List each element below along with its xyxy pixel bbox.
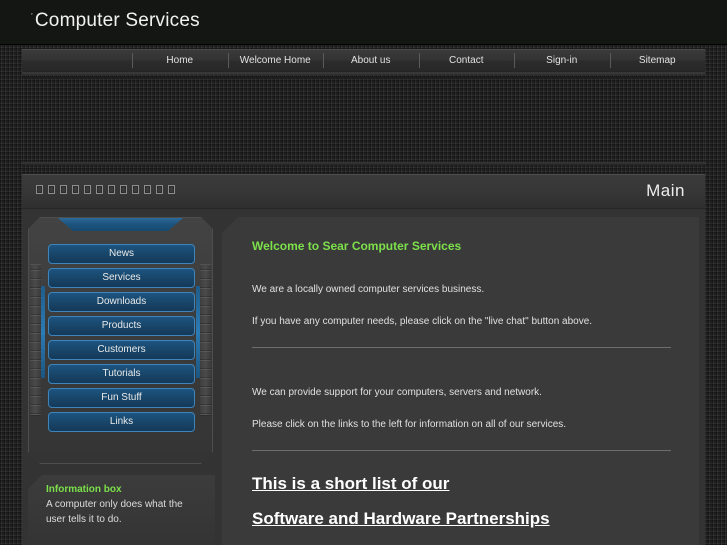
missing-glyph-box-icon	[120, 185, 127, 194]
missing-glyph-box-icon	[60, 185, 67, 194]
missing-glyph-box-icon	[48, 185, 55, 194]
sidebar-blue-strip-right	[196, 286, 200, 378]
partnerships-heading-line1: This is a short list of our	[252, 474, 450, 494]
sidebar-item-services[interactable]: Services	[48, 268, 195, 288]
nav-left-spacer	[22, 50, 132, 71]
site-title-text: Computer Services	[34, 10, 200, 31]
support-paragraph-2: Please click on the links to the left fo…	[252, 419, 567, 431]
sidebar-item-customers[interactable]: Customers	[48, 340, 195, 360]
content-shell: Main News Services Downloads Products Cu…	[22, 174, 705, 545]
missing-glyph-box-icon	[36, 185, 43, 194]
nav-item-sign-in[interactable]: Sign-in	[514, 50, 610, 71]
sidebar-blue-strip-left	[41, 286, 45, 378]
banner-texture	[22, 77, 705, 165]
sidebar-panel: News Services Downloads Products Custome…	[28, 217, 213, 464]
missing-glyph-box-icon	[132, 185, 139, 194]
nav-item-contact[interactable]: Contact	[418, 50, 515, 71]
information-box-title: Information box	[46, 484, 122, 495]
information-box: Information box A computer only does wha…	[28, 475, 215, 545]
nav-item-welcome-home[interactable]: Welcome Home	[227, 50, 324, 71]
sidebar-item-tutorials[interactable]: Tutorials	[48, 364, 195, 384]
sidebar-item-links[interactable]: Links	[48, 412, 195, 432]
divider-bottom	[252, 450, 671, 452]
nav-item-home[interactable]: Home	[132, 50, 228, 71]
welcome-heading: Welcome to Sear Computer Services	[252, 239, 462, 253]
main-content-panel: Welcome to Sear Computer Services We are…	[222, 217, 699, 545]
title-bullet-icon: ·	[30, 8, 34, 20]
content-titlebar: Main	[22, 175, 705, 209]
sidebar-item-fun-stuff[interactable]: Fun Stuff	[48, 388, 195, 408]
missing-glyph-box-icon	[108, 185, 115, 194]
nav-item-about-us[interactable]: About us	[323, 50, 419, 71]
partnerships-heading-line2: Software and Hardware Partnerships	[252, 508, 550, 528]
divider-top	[252, 347, 671, 349]
information-box-text: A computer only does what the user tells…	[46, 499, 183, 525]
intro-paragraph-2: If you have any computer needs, please c…	[252, 316, 593, 328]
sidebar-panel-accent-top	[58, 218, 183, 231]
support-paragraph-1: We can provide support for your computer…	[252, 387, 542, 399]
main-navigation: Home Welcome Home About us Contact Sign-…	[0, 45, 727, 75]
intro-paragraph-1: We are a locally owned computer services…	[252, 284, 485, 296]
site-header: ·Computer Services	[0, 0, 727, 45]
missing-glyph-box-icon	[156, 185, 163, 194]
banner-area	[0, 71, 727, 171]
missing-glyph-box-icon	[96, 185, 103, 194]
section-label: Main	[646, 181, 685, 200]
sidebar-item-news[interactable]: News	[48, 244, 195, 264]
site-title: ·Computer Services	[30, 8, 200, 32]
content-body: News Services Downloads Products Custome…	[22, 209, 705, 545]
missing-glyph-box-icon	[144, 185, 151, 194]
sidebar-menu: News Services Downloads Products Custome…	[48, 244, 195, 432]
sidebar-rail-left	[30, 264, 41, 416]
missing-glyph-box-icon	[168, 185, 175, 194]
decorative-glyph-row	[36, 185, 175, 194]
missing-glyph-box-icon	[72, 185, 79, 194]
nav-bar: Home Welcome Home About us Contact Sign-…	[22, 49, 705, 71]
sidebar-item-products[interactable]: Products	[48, 316, 195, 336]
missing-glyph-box-icon	[84, 185, 91, 194]
nav-item-sitemap[interactable]: Sitemap	[609, 50, 706, 71]
sidebar-rail-right	[200, 264, 211, 416]
sidebar-item-downloads[interactable]: Downloads	[48, 292, 195, 312]
